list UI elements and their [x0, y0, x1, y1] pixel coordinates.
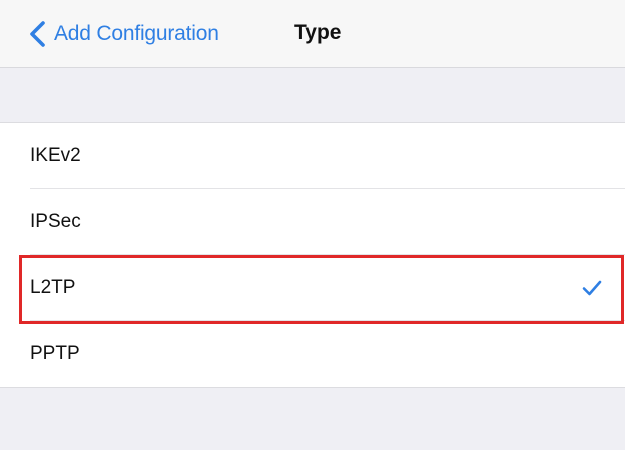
type-option-label: IKEv2 [30, 145, 81, 166]
vpn-type-screen: Add Configuration Type IKEv2 IPSec L2TP … [0, 0, 625, 450]
type-option-pptp[interactable]: PPTP [0, 321, 625, 387]
type-list: IKEv2 IPSec L2TP PPTP [0, 122, 625, 388]
chevron-left-icon [30, 21, 45, 47]
section-spacer [0, 69, 625, 122]
back-button[interactable]: Add Configuration [28, 14, 219, 54]
type-option-l2tp[interactable]: L2TP [0, 255, 625, 321]
type-option-label: PPTP [30, 343, 80, 364]
type-option-ipsec[interactable]: IPSec [0, 189, 625, 255]
checkmark-icon [582, 280, 602, 296]
navigation-bar: Add Configuration Type [0, 0, 625, 68]
back-button-label: Add Configuration [54, 22, 219, 45]
bottom-spacer [0, 390, 625, 450]
type-option-ikev2[interactable]: IKEv2 [0, 123, 625, 189]
type-option-label: L2TP [30, 277, 76, 298]
page-title: Type [294, 21, 342, 44]
type-option-label: IPSec [30, 211, 81, 232]
